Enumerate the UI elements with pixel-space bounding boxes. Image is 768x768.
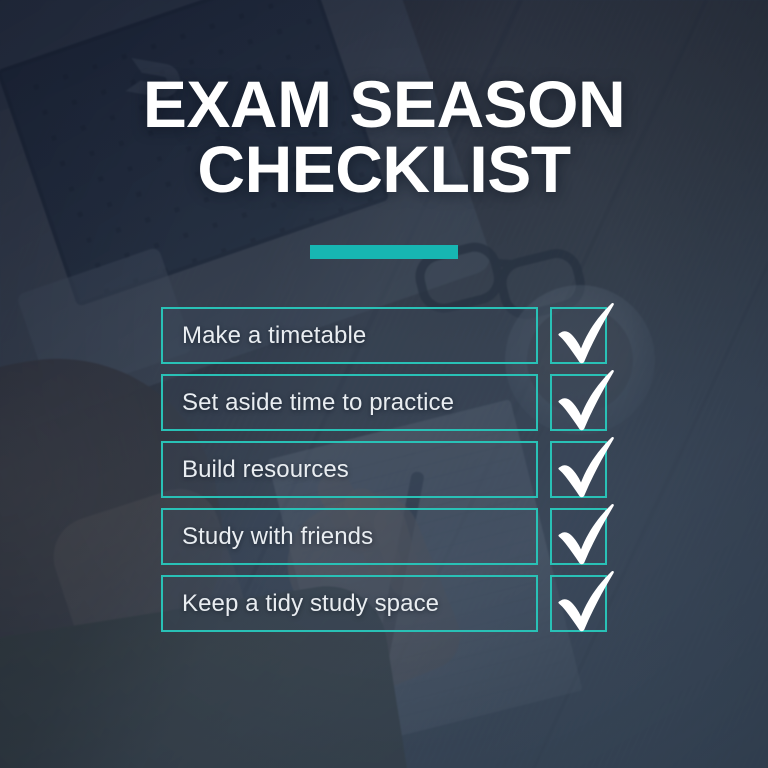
checklist-checkbox-1[interactable] bbox=[550, 369, 614, 431]
checklist-row-4[interactable]: Keep a tidy study space bbox=[161, 570, 614, 632]
title-line-1: EXAM SEASON bbox=[142, 67, 626, 141]
checklist-item-label: Set aside time to practice bbox=[182, 388, 455, 416]
checklist: Make a timetable Set aside time to pract… bbox=[161, 302, 614, 632]
poster-title: EXAM SEASON CHECKLIST bbox=[0, 67, 768, 207]
checkmark-icon bbox=[554, 568, 616, 634]
checkmark-icon bbox=[554, 367, 616, 433]
checklist-row-1[interactable]: Set aside time to practice bbox=[161, 369, 614, 431]
checklist-item-label: Study with friends bbox=[182, 522, 374, 550]
checklist-item-label: Keep a tidy study space bbox=[182, 589, 440, 617]
checklist-item-box[interactable]: Keep a tidy study space bbox=[161, 575, 538, 632]
checklist-row-3[interactable]: Study with friends bbox=[161, 503, 614, 565]
poster-canvas: EXAM SEASON CHECKLIST Make a timetable S… bbox=[0, 0, 768, 768]
checkmark-icon bbox=[554, 300, 616, 366]
checklist-checkbox-0[interactable] bbox=[550, 302, 614, 364]
checklist-item-box[interactable]: Build resources bbox=[161, 441, 538, 498]
checklist-item-box[interactable]: Set aside time to practice bbox=[161, 374, 538, 431]
checklist-row-0[interactable]: Make a timetable bbox=[161, 302, 614, 364]
accent-divider-bar bbox=[310, 245, 458, 259]
checklist-item-label: Make a timetable bbox=[182, 321, 367, 349]
checklist-checkbox-4[interactable] bbox=[550, 570, 614, 632]
checkmark-icon bbox=[554, 501, 616, 567]
poster-content: EXAM SEASON CHECKLIST Make a timetable S… bbox=[0, 0, 768, 768]
checklist-item-box[interactable]: Make a timetable bbox=[161, 307, 538, 364]
checkmark-icon bbox=[554, 434, 616, 500]
checklist-checkbox-3[interactable] bbox=[550, 503, 614, 565]
checklist-row-2[interactable]: Build resources bbox=[161, 436, 614, 498]
checklist-item-label: Build resources bbox=[182, 455, 349, 483]
checklist-item-box[interactable]: Study with friends bbox=[161, 508, 538, 565]
checklist-checkbox-2[interactable] bbox=[550, 436, 614, 498]
title-line-2: CHECKLIST bbox=[197, 132, 571, 207]
